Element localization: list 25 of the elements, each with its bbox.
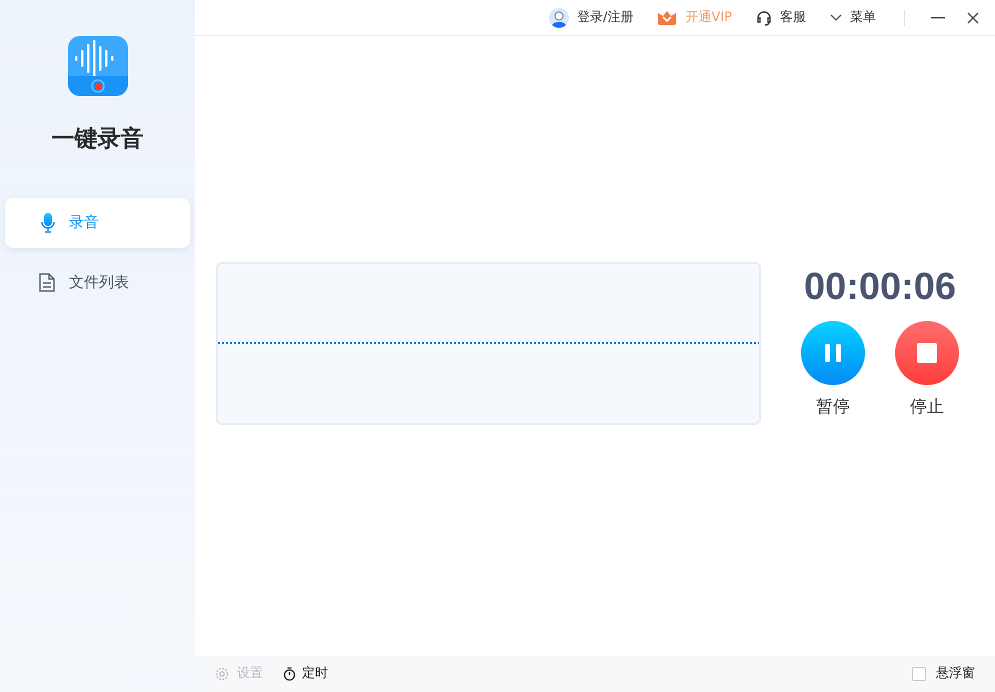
toolbar-button[interactable]: 客服	[756, 8, 806, 28]
pause-icon	[823, 343, 843, 364]
elapsed-time: 00:00:06	[804, 265, 956, 310]
nav-item[interactable]: 文件列表	[5, 258, 190, 308]
close-button[interactable]	[967, 12, 979, 24]
checkbox[interactable]	[912, 667, 926, 681]
timer-button[interactable]: 定时	[283, 664, 328, 684]
user-avatar-icon	[549, 8, 570, 28]
minimize-icon	[931, 16, 945, 18]
stop-icon	[917, 343, 937, 364]
close-icon	[967, 12, 979, 24]
toolbar-button[interactable]: 登录/注册	[549, 8, 634, 28]
control-label: 暂停	[816, 396, 850, 420]
chevron-down-icon	[830, 14, 842, 22]
stopwatch-icon	[283, 667, 296, 681]
headset-icon	[756, 10, 772, 26]
microphone-icon	[41, 212, 55, 232]
document-icon	[39, 273, 55, 292]
settings-icon	[215, 667, 229, 681]
crown-icon	[657, 10, 678, 26]
float-window-toggle[interactable]: 悬浮窗	[912, 664, 975, 684]
record-icon	[90, 79, 104, 93]
control-label: 停止	[910, 396, 944, 420]
app-name: 一键录音	[52, 125, 144, 154]
toolbar-button[interactable]: 菜单	[830, 8, 876, 28]
